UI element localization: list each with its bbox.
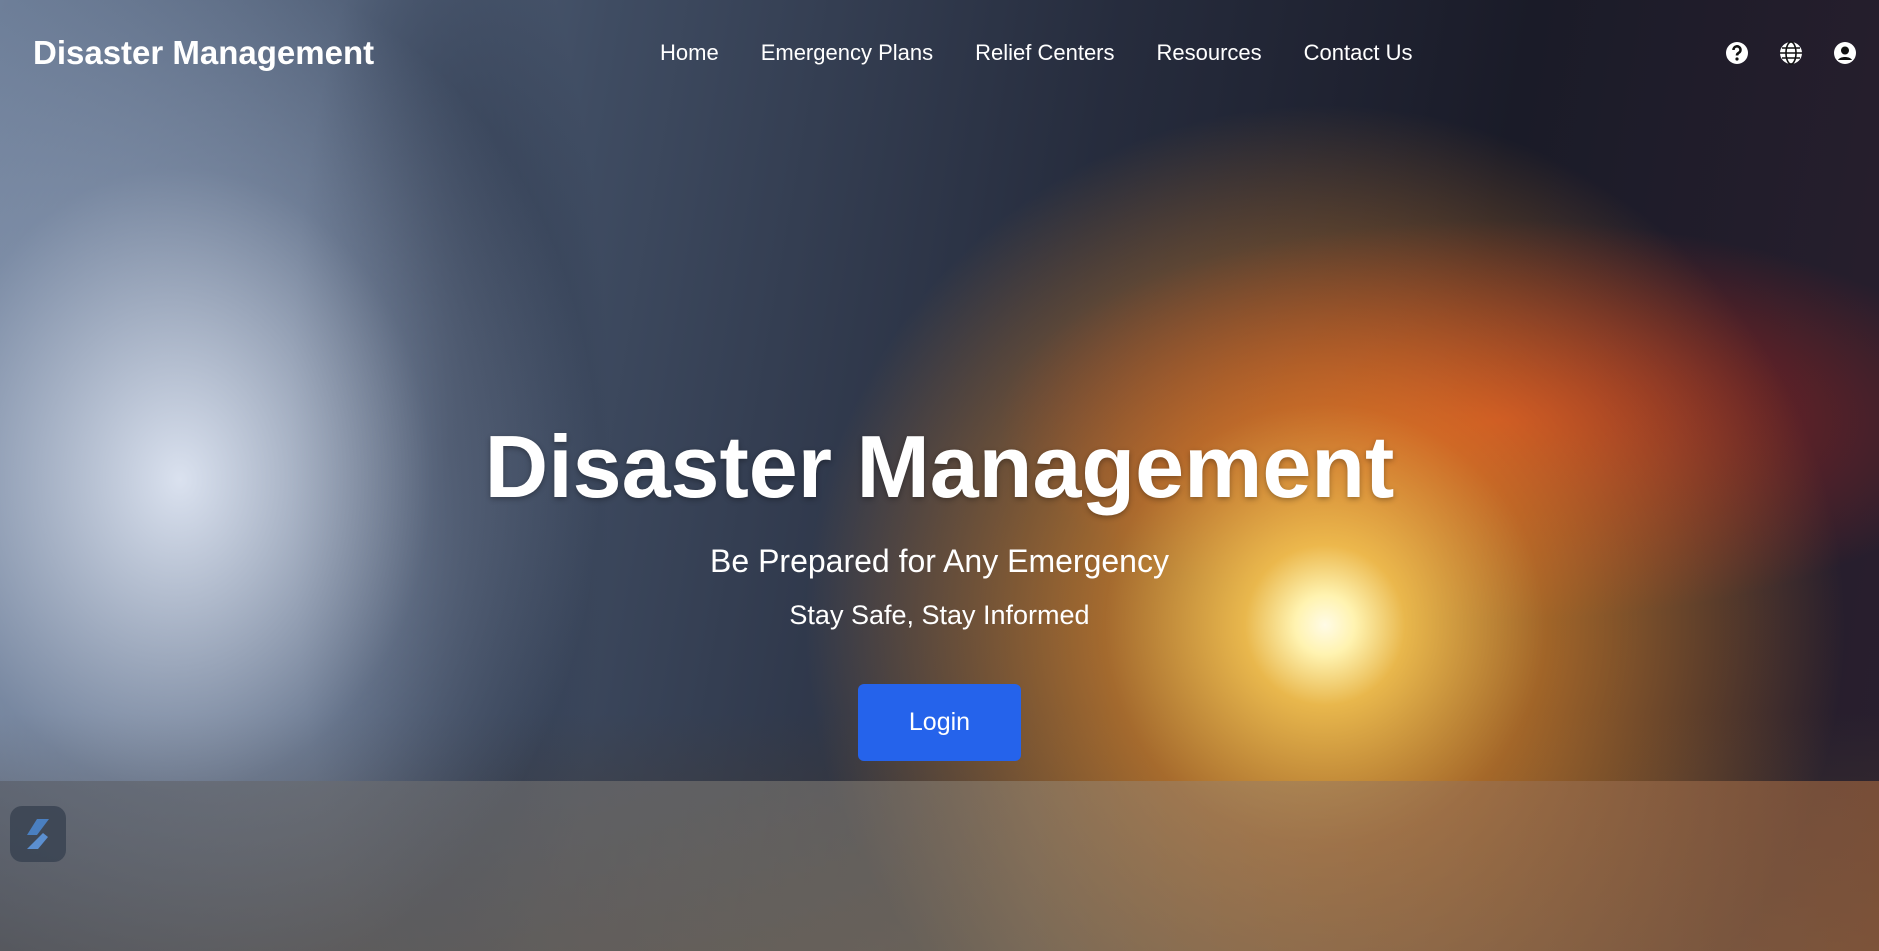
brand-logo[interactable]: Disaster Management xyxy=(33,34,374,72)
background-image-ground xyxy=(0,781,1879,951)
floating-widget-button[interactable] xyxy=(10,806,66,862)
hero-tagline: Stay Safe, Stay Informed xyxy=(789,600,1090,630)
user-circle-icon[interactable] xyxy=(1833,41,1857,65)
widget-logo-icon xyxy=(27,819,49,849)
globe-icon[interactable] xyxy=(1779,41,1803,65)
hero-section: Disaster Management Be Prepared for Any … xyxy=(0,415,1879,761)
hero-title: Disaster Management xyxy=(484,417,1395,516)
navbar: Disaster Management Home Emergency Plans… xyxy=(0,0,1879,106)
nav-emergency-plans[interactable]: Emergency Plans xyxy=(761,40,933,66)
nav-contact-us[interactable]: Contact Us xyxy=(1304,40,1413,66)
nav-relief-centers[interactable]: Relief Centers xyxy=(975,40,1114,66)
login-button[interactable]: Login xyxy=(858,684,1021,761)
hero-subtitle: Be Prepared for Any Emergency xyxy=(710,543,1169,579)
help-circle-icon[interactable] xyxy=(1725,41,1749,65)
nav-home[interactable]: Home xyxy=(660,40,719,66)
nav-resources[interactable]: Resources xyxy=(1157,40,1262,66)
nav-links: Home Emergency Plans Relief Centers Reso… xyxy=(660,40,1412,66)
